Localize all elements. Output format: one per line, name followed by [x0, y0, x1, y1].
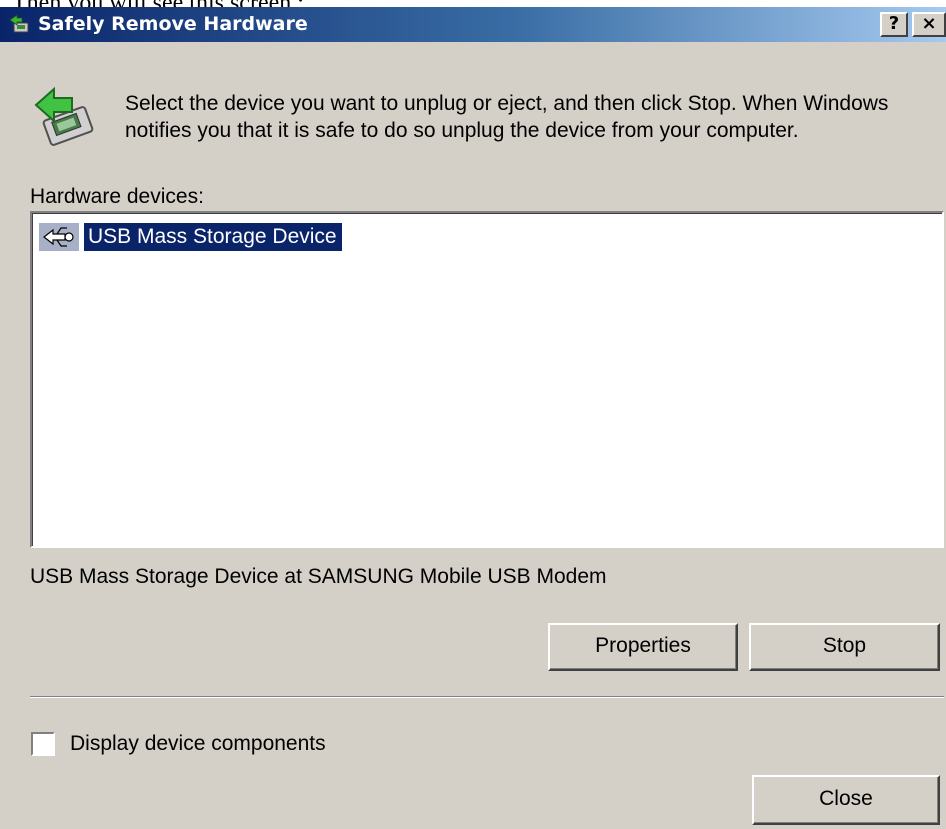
safely-remove-hardware-icon [34, 86, 94, 146]
instructions-text: Select the device you want to unplug or … [125, 92, 889, 142]
usb-icon [39, 223, 79, 251]
help-button[interactable]: ? [880, 12, 908, 37]
close-window-button[interactable]: × [912, 12, 946, 37]
properties-button[interactable]: Properties [548, 623, 738, 671]
hardware-icon [9, 14, 29, 33]
safely-remove-hardware-dialog: Safely Remove Hardware ? × Select the de… [0, 7, 946, 829]
separator [30, 696, 944, 698]
window-title: Safely Remove Hardware [38, 13, 308, 35]
title-bar[interactable]: Safely Remove Hardware ? × [0, 7, 946, 42]
hardware-devices-label: Hardware devices: [30, 185, 204, 208]
display-device-components-checkbox[interactable] [31, 732, 55, 756]
hardware-devices-list[interactable]: USB Mass Storage Device [30, 211, 944, 548]
stop-button[interactable]: Stop [749, 623, 940, 671]
close-button[interactable]: Close [752, 775, 940, 825]
device-label[interactable]: USB Mass Storage Device [84, 223, 342, 251]
device-status-text: USB Mass Storage Device at SAMSUNG Mobil… [30, 565, 607, 588]
display-device-components-label[interactable]: Display device components [70, 731, 326, 757]
